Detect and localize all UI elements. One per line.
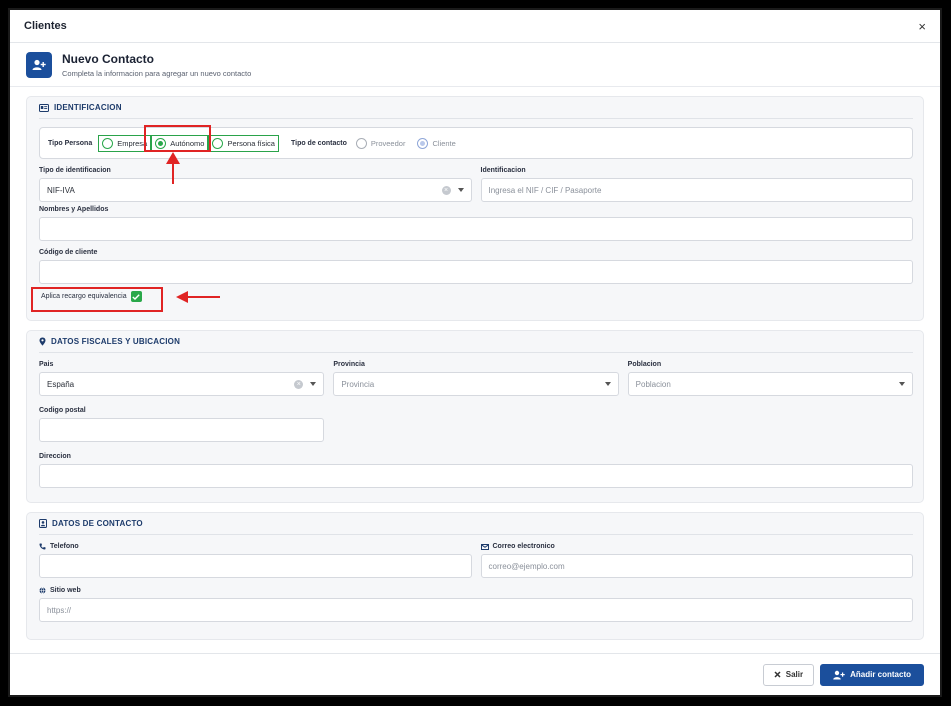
direccion-input[interactable]: [39, 464, 913, 488]
close-icon[interactable]: ×: [918, 19, 926, 34]
map-pin-icon: [39, 337, 46, 346]
page-subtitle: Completa la informacion para agregar un …: [62, 68, 252, 78]
section-datos-fiscales: DATOS FISCALES Y UBICACION Pais España ×…: [26, 330, 924, 503]
codigo-cliente-input[interactable]: [39, 260, 913, 284]
provincia-select[interactable]: Provincia: [333, 372, 619, 396]
radio-cliente[interactable]: Cliente: [414, 135, 458, 152]
id-card-icon: [39, 103, 49, 112]
salir-button[interactable]: Salir: [762, 663, 815, 686]
chevron-down-icon[interactable]: [604, 382, 611, 386]
radio-persona-fisica[interactable]: Persona física: [208, 134, 279, 152]
telefono-label: Telefono: [39, 543, 472, 550]
recargo-checkbox-row[interactable]: Aplica recargo equivalencia: [39, 291, 913, 302]
dialog-footer: Salir Añadir contacto: [10, 653, 940, 695]
globe-icon: [39, 587, 46, 594]
page-title: Nuevo Contacto: [62, 51, 155, 66]
correo-label: Correo electronico: [480, 543, 914, 550]
codigo-postal-label: Codigo postal: [39, 407, 86, 414]
close-icon: [774, 671, 781, 678]
annotation-box-autonomo: [144, 125, 211, 152]
identificacion-label: Identificacion: [480, 167, 526, 174]
tipo-contacto-label: Tipo de contacto: [290, 139, 347, 147]
section-title: DATOS FISCALES Y UBICACION: [39, 337, 913, 353]
radio-circle: [102, 137, 114, 149]
section-title: IDENTIFICACION: [39, 103, 913, 119]
radio-circle: [417, 137, 429, 149]
contact-card-icon: [39, 519, 47, 528]
radio-circle: [212, 137, 224, 149]
clear-icon[interactable]: ×: [294, 379, 304, 389]
web-input[interactable]: https://: [39, 598, 913, 622]
poblacion-label: Poblacion: [627, 361, 662, 368]
chevron-down-icon[interactable]: [457, 188, 464, 192]
poblacion-select[interactable]: Poblacion: [627, 372, 913, 396]
annotation-arrow-left: [186, 296, 220, 298]
chevron-down-icon[interactable]: [310, 382, 317, 386]
tipo-identificacion-select[interactable]: NIF-IVA ×: [39, 178, 472, 202]
codigo-postal-input[interactable]: [39, 418, 325, 442]
correo-input[interactable]: correo@ejemplo.com: [480, 554, 913, 578]
tipo-persona-label: Tipo Persona: [48, 139, 93, 147]
dialog-header: Nuevo Contacto Completa la informacion p…: [10, 43, 940, 87]
phone-icon: [39, 543, 46, 550]
tipo-identificacion-label: Tipo de identificacion: [39, 167, 111, 174]
radio-proveedor[interactable]: Proveedor: [353, 135, 409, 152]
direccion-label: Direccion: [39, 453, 71, 460]
add-contact-button[interactable]: Añadir contacto: [820, 663, 924, 686]
add-user-icon: [833, 670, 845, 679]
clear-icon[interactable]: ×: [441, 185, 451, 195]
identificacion-input[interactable]: Ingresa el NIF / CIF / Pasaporte: [480, 178, 913, 202]
chevron-down-icon[interactable]: [898, 382, 905, 386]
nombres-input[interactable]: [39, 217, 913, 241]
pais-select[interactable]: España ×: [39, 372, 325, 396]
dialog-titlebar: Clientes ×: [10, 10, 940, 43]
nombres-label: Nombres y Apellidos: [39, 206, 109, 213]
arrowhead-up-icon: [166, 152, 180, 164]
section-datos-contacto: DATOS DE CONTACTO Telefono Correo electr…: [26, 512, 924, 640]
envelope-icon: [480, 543, 489, 550]
codigo-cliente-label: Código de cliente: [39, 249, 98, 256]
radio-circle: [355, 137, 367, 149]
add-user-icon: [26, 51, 52, 78]
section-title: DATOS DE CONTACTO: [39, 519, 913, 535]
dialog-window: Clientes × Nuevo Contacto Completa la in…: [8, 8, 942, 697]
window-title: Clientes: [24, 20, 67, 32]
provincia-label: Provincia: [333, 361, 365, 368]
annotation-box-recargo: [31, 287, 163, 312]
telefono-input[interactable]: [39, 554, 472, 578]
arrowhead-left-icon: [176, 291, 188, 303]
web-label: Sitio web: [39, 587, 913, 594]
pais-label: Pais: [39, 361, 54, 368]
annotation-arrow-up: [172, 162, 174, 184]
